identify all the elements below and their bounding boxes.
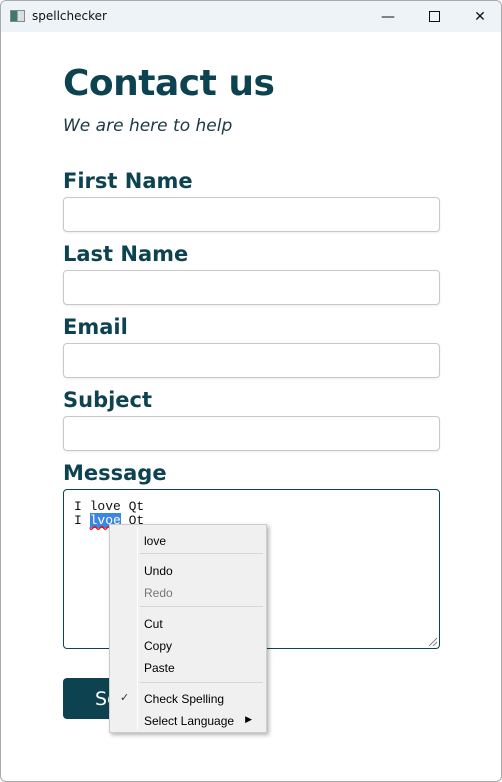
message-line: I love Qt: [74, 499, 145, 514]
menu-item-redo: Redo: [144, 586, 173, 600]
last-name-input[interactable]: [63, 270, 440, 305]
app-icon: [10, 10, 25, 22]
checkmark-icon: ✓: [120, 692, 130, 704]
maximize-icon: [428, 11, 440, 22]
menu-separator: [140, 553, 263, 554]
menu-item-label: Check Spelling: [144, 692, 225, 706]
first-name-label: First Name: [63, 169, 193, 193]
menu-item-check-spelling[interactable]: ✓ Check Spelling: [110, 687, 266, 709]
menu-separator: [140, 606, 263, 607]
maximize-button[interactable]: [411, 1, 457, 32]
page-title: Contact us: [63, 63, 275, 104]
menu-item-paste[interactable]: Paste: [110, 656, 266, 678]
title-bar: spellchecker — ✕: [1, 1, 501, 32]
subject-input[interactable]: [63, 416, 440, 451]
subject-label: Subject: [63, 388, 153, 412]
menu-item-copy[interactable]: Copy: [110, 634, 266, 656]
menu-separator: [140, 682, 263, 683]
context-menu: love Undo Redo Cut Copy Paste ✓ Check Spe…: [109, 524, 267, 733]
text: I: [74, 513, 90, 528]
menu-item-suggestion[interactable]: love: [110, 529, 266, 551]
page-subtitle: We are here to help: [63, 116, 233, 136]
email-input[interactable]: [63, 343, 440, 378]
last-name-label: Last Name: [63, 242, 189, 266]
submenu-arrow-icon: ▶: [245, 714, 252, 724]
close-button[interactable]: ✕: [457, 1, 501, 32]
resize-grip-icon[interactable]: [429, 638, 437, 646]
minimize-icon: —: [381, 8, 395, 25]
menu-item-undo[interactable]: Undo: [110, 559, 266, 581]
menu-item-cut[interactable]: Cut: [110, 612, 266, 634]
message-label: Message: [63, 461, 167, 485]
first-name-input[interactable]: [63, 197, 440, 232]
close-icon: ✕: [474, 8, 486, 25]
menu-item-select-language[interactable]: Select Language ▶: [110, 709, 266, 731]
app-window: spellchecker — ✕ Contact us We are here …: [0, 0, 502, 782]
email-label: Email: [63, 315, 128, 339]
minimize-button[interactable]: —: [365, 1, 411, 32]
menu-item-label: Select Language: [144, 714, 235, 728]
window-title: spellchecker: [32, 9, 107, 23]
